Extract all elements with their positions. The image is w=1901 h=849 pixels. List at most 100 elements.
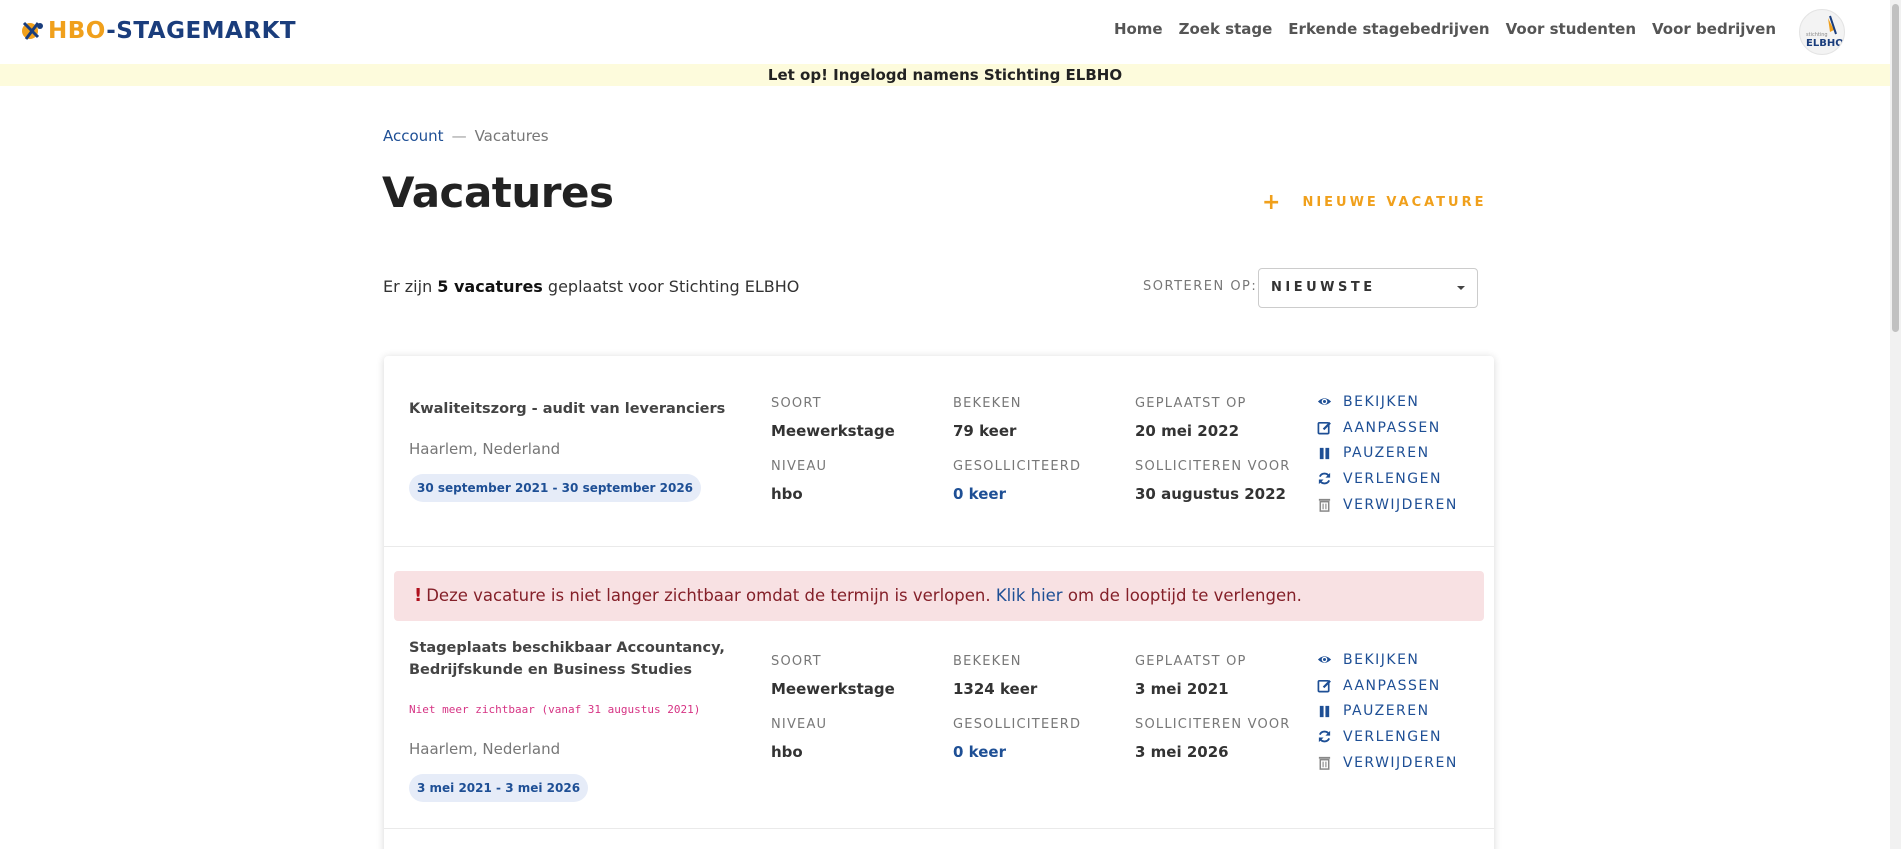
- value-bekeken: 1324 keer: [953, 680, 1038, 698]
- label-soort: SOORT: [771, 654, 822, 669]
- edit-icon: [1317, 680, 1331, 693]
- vacancy-period-badge: 3 mei 2021 - 3 mei 2026: [409, 774, 589, 802]
- label-gesolliciteerd: GESOLLICITEERD: [953, 459, 1082, 474]
- label-soort: SOORT: [771, 396, 822, 411]
- divider: [384, 828, 1494, 829]
- label-geplaatst-op: GEPLAATST OP: [1135, 396, 1247, 411]
- summary-suffix: geplaatst voor Stichting ELBHO: [547, 277, 800, 296]
- scrollbar-thumb[interactable]: [1892, 4, 1899, 332]
- vacancy-title[interactable]: Kwaliteitszorg - audit van leveranciers: [409, 398, 739, 420]
- impersonation-banner: Let op! Ingelogd namens Stichting ELBHO: [0, 64, 1890, 86]
- vacancy-location: Haarlem, Nederland: [409, 740, 561, 758]
- label-niveau: NIVEAU: [771, 459, 828, 474]
- value-gesolliciteerd[interactable]: 0 keer: [953, 743, 1006, 761]
- label-solliciteren-voor: SOLLICITEREN VOOR: [1135, 717, 1291, 732]
- expired-alert: ! Deze vacature is niet langer zichtbaar …: [394, 571, 1484, 621]
- chevron-down-icon: [1457, 286, 1465, 290]
- value-gesolliciteerd[interactable]: 0 keer: [953, 485, 1006, 503]
- value-bekeken: 79 keer: [953, 422, 1017, 440]
- page-title: Vacatures: [382, 168, 614, 217]
- alert-extend-link[interactable]: Klik hier: [996, 586, 1063, 605]
- delete-button[interactable]: VERWIJDEREN: [1317, 492, 1458, 518]
- view-button[interactable]: BEKIJKEN: [1317, 389, 1458, 415]
- edit-button[interactable]: AANPASSEN: [1317, 673, 1458, 699]
- breadcrumb-separator: —: [451, 127, 467, 145]
- plus-icon: +: [1262, 190, 1281, 215]
- vacancy-count-summary: Er zijn 5 vacatures geplaatst voor Stich…: [383, 277, 799, 296]
- pause-label: PAUZEREN: [1343, 703, 1430, 720]
- extend-label: VERLENGEN: [1343, 728, 1442, 745]
- logo-text-stagemarkt: -STAGEMARKT: [106, 18, 297, 44]
- delete-label: VERWIJDEREN: [1343, 496, 1458, 513]
- view-label: BEKIJKEN: [1343, 651, 1420, 668]
- alert-text-after: om de looptijd te verlengen.: [1067, 586, 1302, 605]
- trash-icon: [1318, 498, 1331, 512]
- summary-prefix: Er zijn: [383, 277, 433, 296]
- view-button[interactable]: BEKIJKEN: [1317, 647, 1458, 673]
- vacancy-title[interactable]: Stageplaats beschikbaar Accountancy, Bed…: [409, 637, 739, 681]
- alert-text-before: Deze vacature is niet langer zichtbaar o…: [426, 586, 991, 605]
- label-gesolliciteerd: GESOLLICITEERD: [953, 717, 1082, 732]
- vacancy-actions: BEKIJKEN AANPASSEN PAUZEREN VERLENGEN VE…: [1317, 647, 1458, 775]
- site-header: HBO-STAGEMARKT Home Zoek stage Erkende s…: [0, 0, 1890, 64]
- divider: [384, 546, 1494, 547]
- pause-icon: [1319, 705, 1330, 717]
- account-avatar[interactable]: stichting ELBHO: [1799, 9, 1845, 55]
- logo-text-hbo: HBO: [48, 18, 107, 44]
- eye-icon: [1317, 656, 1332, 664]
- sort-label: SORTEREN OP:: [1143, 279, 1258, 294]
- sort-select-value: NIEUWSTE: [1271, 280, 1376, 295]
- view-label: BEKIJKEN: [1343, 393, 1420, 410]
- delete-label: VERWIJDEREN: [1343, 754, 1458, 771]
- label-niveau: NIVEAU: [771, 717, 828, 732]
- breadcrumb-current: Vacatures: [474, 127, 549, 145]
- pause-button[interactable]: PAUZEREN: [1317, 440, 1458, 466]
- pause-label: PAUZEREN: [1343, 445, 1430, 462]
- value-solliciteren-voor: 30 augustus 2022: [1135, 485, 1286, 503]
- new-vacancy-button[interactable]: + NIEUWE VACATURE: [1262, 190, 1486, 215]
- pause-icon: [1319, 447, 1330, 459]
- nav-home[interactable]: Home: [1114, 20, 1163, 38]
- vacancy-status: Niet meer zichtbaar (vanaf 31 augustus 2…: [409, 703, 701, 716]
- label-bekeken: BEKEKEN: [953, 396, 1022, 411]
- value-solliciteren-voor: 3 mei 2026: [1135, 743, 1229, 761]
- logo-mark-icon: [20, 17, 48, 45]
- nav-zoek-stage[interactable]: Zoek stage: [1179, 20, 1273, 38]
- logo-text: HBO-STAGEMARKT: [48, 18, 296, 44]
- refresh-icon: [1318, 473, 1331, 485]
- page-scrollbar[interactable]: [1890, 0, 1901, 849]
- value-niveau: hbo: [771, 743, 803, 761]
- edit-button[interactable]: AANPASSEN: [1317, 415, 1458, 441]
- vacancy-period-badge: 30 september 2021 - 30 september 2026: [409, 474, 702, 502]
- label-geplaatst-op: GEPLAATST OP: [1135, 654, 1247, 669]
- edit-label: AANPASSEN: [1343, 677, 1441, 694]
- main-nav: Home Zoek stage Erkende stagebedrijven V…: [1098, 20, 1776, 38]
- nav-voor-bedrijven[interactable]: Voor bedrijven: [1652, 20, 1776, 38]
- nav-erkende-stagebedrijven[interactable]: Erkende stagebedrijven: [1288, 20, 1489, 38]
- extend-button[interactable]: VERLENGEN: [1317, 724, 1458, 750]
- trash-icon: [1318, 756, 1331, 770]
- exclamation-icon: !: [414, 585, 423, 606]
- pause-button[interactable]: PAUZEREN: [1317, 698, 1458, 724]
- value-soort: Meewerkstage: [771, 422, 895, 440]
- vacancy-actions: BEKIJKEN AANPASSEN PAUZEREN VERLENGEN VE…: [1317, 389, 1458, 517]
- breadcrumb-account-link[interactable]: Account: [383, 127, 444, 145]
- extend-button[interactable]: VERLENGEN: [1317, 466, 1458, 492]
- delete-button[interactable]: VERWIJDEREN: [1317, 750, 1458, 776]
- site-logo[interactable]: HBO-STAGEMARKT: [20, 16, 296, 46]
- edit-icon: [1317, 422, 1331, 435]
- sort-select[interactable]: NIEUWSTE: [1258, 268, 1478, 308]
- label-bekeken: BEKEKEN: [953, 654, 1022, 669]
- value-soort: Meewerkstage: [771, 680, 895, 698]
- value-geplaatst-op: 20 mei 2022: [1135, 422, 1240, 440]
- extend-label: VERLENGEN: [1343, 470, 1442, 487]
- label-solliciteren-voor: SOLLICITEREN VOOR: [1135, 459, 1291, 474]
- eye-icon: [1317, 398, 1332, 406]
- new-vacancy-label: NIEUWE VACATURE: [1302, 195, 1487, 210]
- value-geplaatst-op: 3 mei 2021: [1135, 680, 1229, 698]
- vacancy-list-card: Kwaliteitszorg - audit van leveranciers …: [384, 356, 1494, 849]
- edit-label: AANPASSEN: [1343, 419, 1441, 436]
- nav-voor-studenten[interactable]: Voor studenten: [1506, 20, 1636, 38]
- refresh-icon: [1318, 731, 1331, 743]
- avatar-text-bottom: ELBHO: [1806, 38, 1844, 49]
